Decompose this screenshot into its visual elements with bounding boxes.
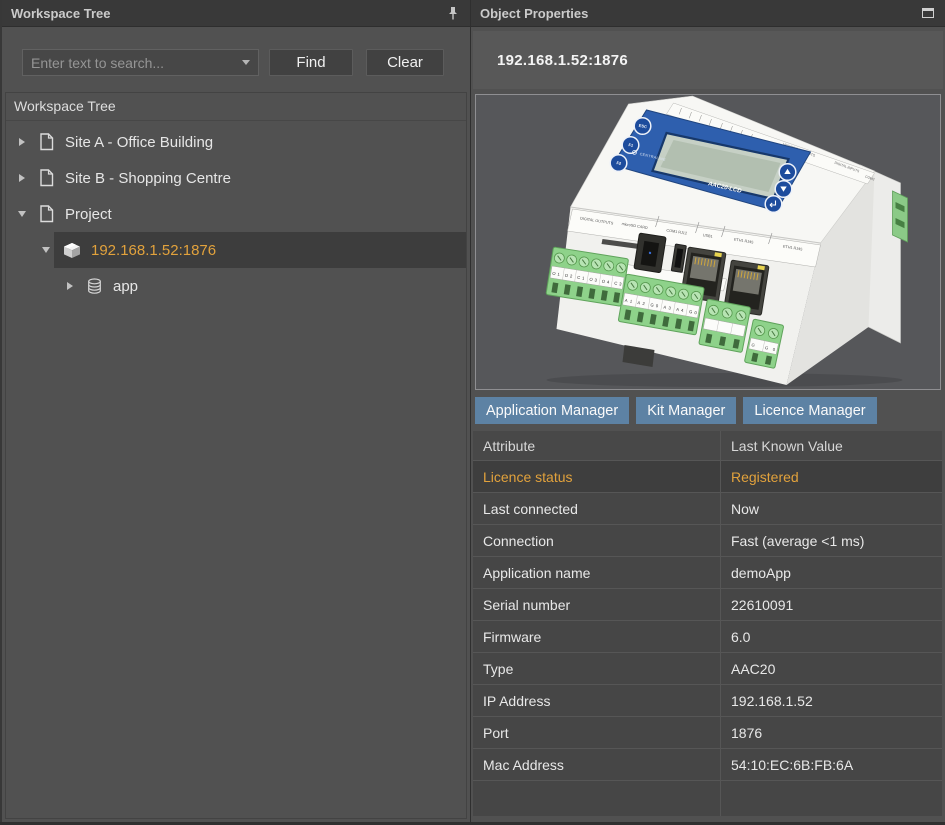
search-combobox [22, 49, 259, 76]
collapse-arrow-icon[interactable] [14, 211, 30, 217]
tree-item-label: 192.168.1.52:1876 [91, 242, 216, 259]
attribute-cell: Serial number [473, 589, 721, 620]
tree-caption: Workspace Tree [6, 93, 466, 121]
workspace-tree-group: Workspace Tree Site A - Office Building [5, 92, 467, 819]
panel-title: Object Properties [480, 6, 588, 21]
tree-item-label: Site A - Office Building [65, 134, 213, 151]
search-bar: Find Clear [2, 27, 470, 76]
attribute-cell: Mac Address [473, 749, 721, 780]
table-row[interactable]: Connection Fast (average <1 ms) [473, 525, 942, 557]
properties-table: Attribute Last Known Value Licence statu… [473, 431, 942, 816]
attribute-cell [473, 781, 721, 816]
table-row[interactable]: Application name demoApp [473, 557, 942, 589]
attribute-cell: IP Address [473, 685, 721, 716]
tree-item-site-b[interactable]: Site B - Shopping Centre [6, 160, 466, 196]
collapse-arrow-icon[interactable] [38, 247, 54, 253]
expand-arrow-icon[interactable] [62, 282, 78, 290]
table-row[interactable]: IP Address 192.168.1.52 [473, 685, 942, 717]
com1-rj11-port [634, 233, 666, 273]
device-illustration: UNIVERSAL INPUTS DIGITAL INPUTS COM2 ESC… [476, 95, 940, 389]
table-row[interactable]: Firmware 6.0 [473, 621, 942, 653]
value-cell: Now [721, 493, 942, 524]
value-cell: 6.0 [721, 621, 942, 652]
selected-highlight[interactable]: 192.168.1.52:1876 [54, 232, 466, 268]
kit-manager-button[interactable]: Kit Manager [636, 397, 736, 424]
value-cell: demoApp [721, 557, 942, 588]
value-cell: Fast (average <1 ms) [721, 525, 942, 556]
table-row[interactable]: Serial number 22610091 [473, 589, 942, 621]
object-properties-panel: Object Properties 192.168.1.52:1876 UNIV… [471, 0, 945, 822]
tree: Site A - Office Building Site B - Shoppi… [6, 121, 466, 304]
attribute-cell: Last connected [473, 493, 721, 524]
device-icon [62, 242, 82, 259]
column-header-attribute: Attribute [473, 431, 721, 460]
column-header-value: Last Known Value [721, 431, 942, 460]
table-row[interactable]: Type AAC20 [473, 653, 942, 685]
workspace-tree-panel: Workspace Tree Find Clear Workspace Tree [0, 0, 470, 822]
value-cell: 54:10:EC:6B:FB:6A [721, 749, 942, 780]
value-cell: 22610091 [721, 589, 942, 620]
object-properties-panel-header: Object Properties [471, 0, 945, 27]
attribute-cell: Port [473, 717, 721, 748]
value-cell: 1876 [721, 717, 942, 748]
tree-item-project[interactable]: Project [6, 196, 466, 232]
find-button[interactable]: Find [269, 49, 353, 76]
enter-button [765, 196, 782, 213]
panel-title: Workspace Tree [11, 6, 110, 21]
document-icon [36, 133, 56, 151]
clear-button[interactable]: Clear [366, 49, 444, 76]
document-icon [36, 205, 56, 223]
licence-manager-button[interactable]: Licence Manager [743, 397, 876, 424]
value-cell [721, 781, 942, 816]
attribute-cell: Licence status [473, 461, 721, 492]
tree-item-device[interactable]: 192.168.1.52:1876 [6, 232, 466, 268]
attribute-cell: Connection [473, 525, 721, 556]
attribute-cell: Firmware [473, 621, 721, 652]
value-cell: Registered [721, 461, 942, 492]
tree-item-label: Site B - Shopping Centre [65, 170, 231, 187]
expand-arrow-icon[interactable] [14, 174, 30, 182]
workspace-tree-panel-header: Workspace Tree [2, 0, 470, 27]
attribute-cell: Type [473, 653, 721, 684]
table-row[interactable]: Mac Address 54:10:EC:6B:FB:6A [473, 749, 942, 781]
maximize-icon[interactable] [919, 4, 937, 22]
tree-item-label: Project [65, 206, 112, 223]
expand-arrow-icon[interactable] [14, 138, 30, 146]
value-cell: 192.168.1.52 [721, 685, 942, 716]
table-filler-row [473, 781, 942, 816]
document-icon [36, 169, 56, 187]
device-photo: UNIVERSAL INPUTS DIGITAL INPUTS COM2 ESC… [475, 94, 941, 390]
search-input[interactable] [22, 49, 259, 76]
table-row[interactable]: Last connected Now [473, 493, 942, 525]
manager-buttons: Application Manager Kit Manager Licence … [475, 397, 877, 424]
device-title: 192.168.1.52:1876 [473, 31, 943, 89]
application-manager-button[interactable]: Application Manager [475, 397, 629, 424]
tree-item-site-a[interactable]: Site A - Office Building [6, 124, 466, 160]
value-cell: AAC20 [721, 653, 942, 684]
tree-item-app[interactable]: app [6, 268, 466, 304]
table-row[interactable]: Licence status Registered [473, 461, 942, 493]
search-dropdown-arrow-icon[interactable] [233, 49, 259, 76]
database-icon [84, 278, 104, 295]
tree-item-label: app [113, 278, 138, 295]
attribute-cell: Application name [473, 557, 721, 588]
terminal-block-c [699, 299, 751, 353]
table-header-row: Attribute Last Known Value [473, 431, 942, 461]
pin-icon[interactable] [444, 4, 462, 22]
table-row[interactable]: Port 1876 [473, 717, 942, 749]
